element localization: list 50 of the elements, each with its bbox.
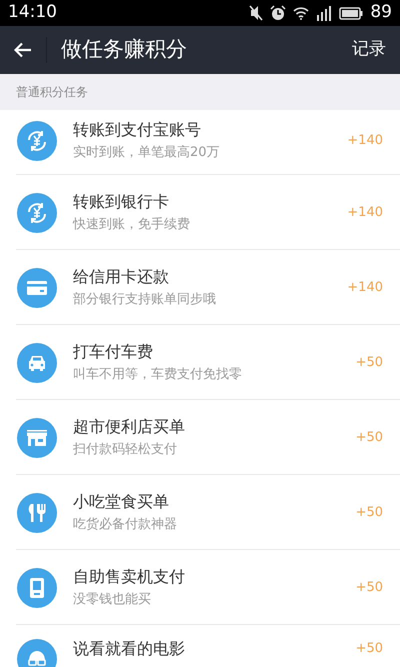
points-reward: +50 xyxy=(356,640,383,658)
task-row[interactable]: 转账到支付宝账号 实时到账，单笔最高20万 +140 xyxy=(0,110,400,175)
page-title: 做任务赚积分 xyxy=(61,36,187,64)
task-description: 没零钱也能买 xyxy=(73,591,152,608)
glasses-face-icon xyxy=(17,639,57,667)
points-reward: +50 xyxy=(356,578,383,597)
task-title: 转账到支付宝账号 xyxy=(73,120,202,140)
task-row[interactable]: 给信用卡还款 部分银行支持账单同步哦 +140 xyxy=(0,250,400,325)
signal-icon xyxy=(316,5,332,21)
task-title: 打车付车费 xyxy=(73,342,154,362)
task-row[interactable]: 转账到银行卡 快速到账，免手续费 +140 xyxy=(0,175,400,250)
task-description: 叫车不用等，车费支付免找零 xyxy=(73,366,242,383)
task-description: 吃货必备付款神器 xyxy=(73,516,177,533)
points-reward: +50 xyxy=(356,428,383,447)
task-title: 转账到银行卡 xyxy=(73,192,170,212)
clock-time: 14:10 xyxy=(8,1,57,24)
task-row[interactable]: 自助售卖机支付 没零钱也能买 +50 xyxy=(0,550,400,625)
car-icon xyxy=(17,342,57,382)
wifi-icon xyxy=(293,6,310,20)
back-arrow-icon xyxy=(14,42,32,58)
task-title: 超市便利店买单 xyxy=(73,417,185,437)
exchange-icon xyxy=(17,192,57,232)
task-description: 部分银行支持账单同步哦 xyxy=(73,291,216,308)
points-reward: +140 xyxy=(347,132,383,150)
alarm-icon xyxy=(270,5,286,21)
task-description: 扫付款码轻松支付 xyxy=(73,441,178,458)
task-row[interactable]: 小吃堂食买单 吃货必备付款神器 +50 xyxy=(0,475,400,550)
task-description: 实时到账，单笔最高20万 xyxy=(73,144,220,161)
task-title: 自助售卖机支付 xyxy=(73,567,185,587)
mute-icon xyxy=(249,5,264,21)
points-reward: +50 xyxy=(356,354,383,372)
card-icon xyxy=(17,268,57,308)
battery-icon xyxy=(339,6,364,20)
task-title: 说看就看的电影 xyxy=(73,639,185,659)
task-title: 给信用卡还款 xyxy=(73,267,170,287)
section-header: 普通积分任务 xyxy=(16,84,88,101)
task-title: 小吃堂食买单 xyxy=(73,492,170,512)
task-row[interactable]: 超市便利店买单 扫付款码轻松支付 +50 xyxy=(0,400,400,475)
vending-machine-icon xyxy=(17,568,57,608)
task-row[interactable]: 说看就看的电影 +50 xyxy=(0,625,400,667)
records-link[interactable]: 记录 xyxy=(352,37,386,63)
fork-knife-icon xyxy=(17,492,57,532)
points-reward: +140 xyxy=(347,204,383,222)
points-reward: +140 xyxy=(347,278,383,297)
task-description: 快速到账，免手续费 xyxy=(73,216,190,233)
points-reward: +50 xyxy=(356,504,383,522)
battery-percent: 89 xyxy=(370,1,392,24)
exchange-icon xyxy=(17,120,57,160)
shop-icon xyxy=(17,418,57,458)
task-row[interactable]: 打车付车费 叫车不用等，车费支付免找零 +50 xyxy=(0,325,400,400)
